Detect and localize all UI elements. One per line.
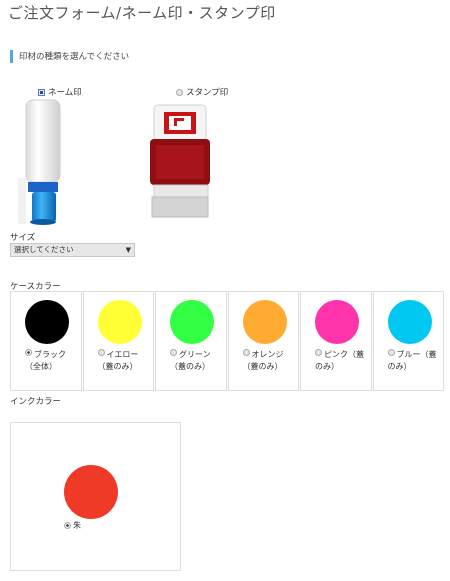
case-color-radio[interactable] (315, 349, 322, 356)
case-color-option[interactable]: ピンク（蓋のみ） (300, 291, 372, 391)
size-select[interactable]: 選択してください ▼ (10, 243, 135, 257)
stamp-image[interactable] (146, 101, 214, 223)
page-title: ご注文フォーム/ネーム印・スタンプ印 (8, 4, 276, 22)
case-color-radio[interactable] (170, 349, 177, 356)
name-stamp-image[interactable] (12, 98, 72, 226)
color-dot (97, 300, 142, 344)
case-color-radio[interactable] (387, 349, 395, 356)
ink-radio[interactable] (64, 522, 71, 529)
case-color-caption: ピンク（蓋のみ） (315, 349, 369, 373)
case-color-radio[interactable] (97, 349, 105, 356)
type-option-label: ネーム印 (48, 88, 82, 98)
section-label: 印材の種類を選んでください (19, 52, 130, 62)
ink-color-caption: 朱 (64, 520, 81, 531)
case-color-option[interactable]: グリーン（蓋のみ） (155, 291, 227, 391)
case-color-swatches: ブラック（全体） イエロー（蓋のみ） グリーン（蓋のみ） オレンジ（蓋のみ） ピンク（蓋… (10, 291, 445, 391)
ink-color-name: 朱 (73, 521, 81, 530)
case-color-name: ピンク（蓋のみ） (315, 350, 364, 371)
ink-color-dot (64, 465, 118, 519)
type-option-label: スタンプ印 (186, 88, 229, 98)
color-dot (387, 300, 432, 344)
case-color-caption: オレンジ（蓋のみ） (242, 349, 297, 373)
case-color-caption: ブラック（全体） (25, 349, 79, 373)
size-select-value: 選択してください (14, 245, 74, 254)
color-dot (170, 300, 214, 344)
ink-color-option[interactable]: 朱 (10, 422, 181, 571)
ink-color-label: インクカラー (10, 397, 62, 407)
case-color-caption: ブルー（蓋のみ） (387, 349, 442, 373)
section-marker (10, 50, 13, 63)
case-color-option[interactable]: オレンジ（蓋のみ） (227, 291, 299, 391)
case-color-radio[interactable] (242, 349, 250, 356)
type-option-name-stamp[interactable]: ネーム印 (38, 86, 82, 98)
type-option-stamp[interactable]: スタンプ印 (176, 86, 228, 98)
case-color-option[interactable]: ブラック（全体） (10, 291, 82, 391)
chevron-down-icon: ▼ (125, 246, 131, 254)
case-color-name: ブルー（蓋のみ） (387, 350, 437, 371)
case-color-option[interactable]: イエロー（蓋のみ） (82, 291, 154, 391)
case-color-option[interactable]: ブルー（蓋のみ） (372, 291, 444, 391)
stamp-radio[interactable] (176, 88, 183, 96)
name-stamp-checkbox[interactable] (38, 88, 45, 96)
size-label: サイズ (10, 233, 36, 243)
case-color-caption: グリーン（蓋のみ） (170, 349, 224, 373)
color-dot (25, 300, 69, 344)
case-color-caption: イエロー（蓋のみ） (97, 349, 152, 373)
color-dot (315, 300, 359, 344)
color-dot (242, 300, 287, 344)
case-color-radio[interactable] (25, 349, 32, 356)
